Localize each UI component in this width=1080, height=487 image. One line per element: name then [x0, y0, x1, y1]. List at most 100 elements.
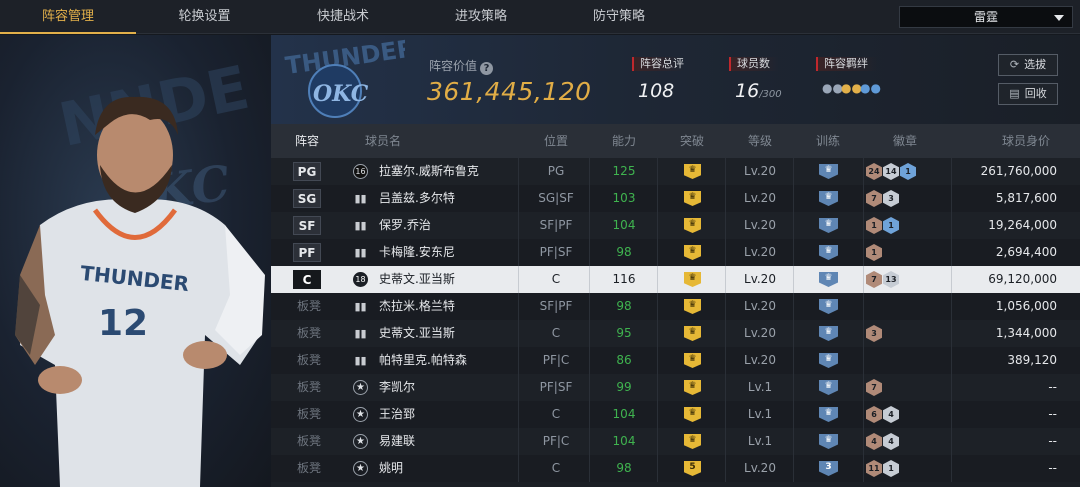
table-row[interactable]: PG 16 拉塞尔.威斯布鲁克 PG 125 ♛ Lv.20 ♛ 24 14 1 2… [271, 158, 1080, 185]
col-breakthrough[interactable]: 突破 [662, 124, 722, 158]
badge-icon[interactable]: 7 [866, 379, 882, 396]
badge-icon[interactable]: 1 [866, 217, 882, 234]
column-divider [793, 401, 794, 428]
breakthrough-crown-icon[interactable]: ♛ [684, 353, 701, 368]
badge-icon[interactable]: 1 [900, 163, 916, 180]
help-icon[interactable]: ? [480, 62, 494, 75]
bond-group-gold-icon[interactable]: ●● [841, 81, 862, 95]
signal-bars-icon: ▮▮ [354, 300, 367, 313]
bond-group-blue-icon[interactable]: ●● [860, 81, 881, 95]
badge-icon[interactable]: 7 [866, 271, 882, 288]
training-shield-icon[interactable]: ♛ [819, 245, 838, 260]
table-row[interactable]: SF ▮▮ 保罗.乔治 SF|PF 104 ♛ Lv.20 ♛ 11 19,26… [271, 212, 1080, 239]
col-training[interactable]: 训练 [798, 124, 858, 158]
column-divider [863, 185, 864, 212]
table-row[interactable]: 板凳 ★ 李凯尔 PF|SF 99 ♛ Lv.1 ♛ 7 -- [271, 374, 1080, 401]
player-ability: 98 [616, 461, 632, 475]
training-shield-icon[interactable]: ♛ [819, 218, 838, 233]
badge-icon[interactable]: 3 [883, 190, 899, 207]
training-shield-icon[interactable]: ♛ [819, 272, 838, 287]
table-row[interactable]: 板凳 ▮▮ 杰拉米.格兰特 SF|PF 98 ♛ Lv.20 ♛ 1,056,0… [271, 293, 1080, 320]
signal-bars-icon: ▮▮ [354, 246, 367, 259]
badge-icon[interactable]: 6 [866, 406, 882, 423]
player-ability: 104 [612, 434, 636, 448]
tab-rotation-settings[interactable]: 轮换设置 [136, 0, 273, 34]
column-divider [518, 266, 519, 293]
recycle-button[interactable]: ▤ 回收 [998, 83, 1058, 105]
breakthrough-crown-icon[interactable]: ♛ [684, 164, 701, 179]
col-badges[interactable]: 徽章 [875, 124, 935, 158]
player-level: Lv.20 [744, 191, 776, 205]
bond-group-icon[interactable]: ●● [822, 81, 843, 95]
tab-offense-strategy[interactable]: 进攻策略 [413, 0, 549, 34]
column-divider [793, 374, 794, 401]
bench-label: 板凳 [296, 461, 321, 475]
player-name: 杰拉米.格兰特 [379, 299, 455, 313]
badge-icon[interactable]: 4 [866, 433, 882, 450]
badge-icon[interactable]: 4 [883, 433, 899, 450]
player-name: 李凯尔 [379, 380, 416, 394]
training-shield-icon[interactable]: ♛ [819, 380, 838, 395]
tab-lineup-management[interactable]: 阵容管理 [0, 0, 136, 34]
team-select-dropdown[interactable]: 雷霆 [899, 6, 1073, 28]
slot-badge: C [293, 270, 321, 289]
badge-icon[interactable]: 1 [883, 460, 899, 477]
training-shield-icon[interactable]: ♛ [819, 434, 838, 449]
table-row[interactable]: 板凳 ▮▮ 史蒂文.亚当斯 C 95 ♛ Lv.20 ♛ 3 1,344,000 [271, 320, 1080, 347]
badge-icon[interactable]: 4 [883, 406, 899, 423]
table-row[interactable]: PF ▮▮ 卡梅隆.安东尼 PF|SF 98 ♛ Lv.20 ♛ 1 2,694… [271, 239, 1080, 266]
training-shield-icon[interactable]: ♛ [819, 299, 838, 314]
training-shield-icon[interactable]: ♛ [819, 407, 838, 422]
col-slot[interactable]: 阵容 [281, 124, 333, 158]
breakthrough-crown-icon[interactable]: 5 [684, 461, 701, 476]
column-divider [951, 374, 952, 401]
table-row[interactable]: 板凳 ★ 王治郅 C 104 ♛ Lv.1 ♛ 64 -- [271, 401, 1080, 428]
player-count-label: 球员数 [729, 57, 779, 71]
breakthrough-crown-icon[interactable]: ♛ [684, 407, 701, 422]
table-row[interactable]: 板凳 ★ 姚明 C 98 5 Lv.20 3 11 1 -- [271, 455, 1080, 482]
badge-icon[interactable]: 24 [866, 163, 882, 180]
badge-icon[interactable]: 1 [866, 244, 882, 261]
breakthrough-crown-icon[interactable]: ♛ [684, 326, 701, 341]
signal-bars-icon: ▮▮ [354, 192, 367, 205]
badge-icon[interactable]: 11 [866, 460, 882, 477]
badge-icon[interactable]: 3 [866, 325, 882, 342]
breakthrough-crown-icon[interactable]: ♛ [684, 380, 701, 395]
breakthrough-crown-icon[interactable]: ♛ [684, 218, 701, 233]
pick-button-label: 选拔 [1024, 58, 1047, 71]
breakthrough-crown-icon[interactable]: ♛ [684, 245, 701, 260]
table-row[interactable]: 板凳 ▮▮ 帕特里克.帕特森 PF|C 86 ♛ Lv.20 ♛ 389,120 [271, 347, 1080, 374]
pick-button[interactable]: ⟳ 选拔 [998, 54, 1058, 76]
training-shield-icon[interactable]: ♛ [819, 326, 838, 341]
slot-badge: SG [293, 189, 321, 208]
tab-quick-tactics[interactable]: 快捷战术 [273, 0, 413, 34]
table-row[interactable]: C 18 史蒂文.亚当斯 C 116 ♛ Lv.20 ♛ 7 13 69,120,… [271, 266, 1080, 293]
col-ability[interactable]: 能力 [594, 124, 654, 158]
training-shield-icon[interactable]: ♛ [819, 164, 838, 179]
col-position[interactable]: 位置 [526, 124, 586, 158]
bond-icons[interactable]: ●● ●● ●● [816, 81, 881, 95]
badge-icon[interactable]: 13 [883, 271, 899, 288]
breakthrough-crown-icon[interactable]: ♛ [684, 191, 701, 206]
training-shield-icon[interactable]: ♛ [819, 353, 838, 368]
roster-table: 阵容 球员名 位置 能力 突破 等级 训练 徽章 球员身价 PG 16 拉塞尔.… [271, 124, 1080, 487]
training-shield-icon[interactable]: 3 [819, 461, 838, 476]
badge-icon[interactable]: 7 [866, 190, 882, 207]
breakthrough-crown-icon[interactable]: ♛ [684, 299, 701, 314]
column-divider [951, 293, 952, 320]
table-row[interactable]: SG ▮▮ 吕盖兹.多尔特 SG|SF 103 ♛ Lv.20 ♛ 73 5,8… [271, 185, 1080, 212]
breakthrough-crown-icon[interactable]: ♛ [684, 434, 701, 449]
col-level[interactable]: 等级 [730, 124, 790, 158]
column-divider [951, 185, 952, 212]
badge-icon[interactable]: 1 [883, 217, 899, 234]
breakthrough-crown-icon[interactable]: ♛ [684, 272, 701, 287]
table-row[interactable]: 板凳 ★ 易建联 PF|C 104 ♛ Lv.1 ♛ 44 -- [271, 428, 1080, 455]
col-worth[interactable]: 球员身价 [991, 124, 1061, 158]
player-count-stat: 球员数 16/300 [729, 57, 782, 102]
tab-defense-strategy[interactable]: 防守策略 [549, 0, 689, 34]
player-worth: -- [1048, 434, 1057, 448]
badge-icon[interactable]: 14 [883, 163, 899, 180]
training-shield-icon[interactable]: ♛ [819, 191, 838, 206]
player-ability: 86 [616, 353, 632, 367]
col-name[interactable]: 球员名 [353, 124, 413, 158]
